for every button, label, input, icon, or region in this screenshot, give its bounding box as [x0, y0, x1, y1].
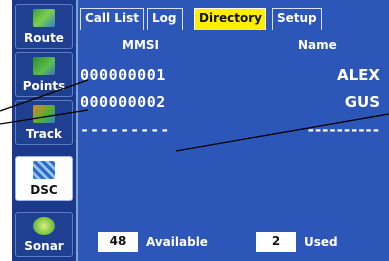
menu-item-label: Track	[26, 127, 62, 141]
main-panel: Call List Log Directory Setup MMSI Name …	[78, 0, 389, 261]
sonar-icon	[33, 217, 55, 235]
status-bar: 48 Available 2 Used	[78, 230, 389, 261]
menu-item-label: Points	[22, 79, 66, 93]
mmsi-value: ---------	[80, 121, 171, 139]
available-label: Available	[146, 235, 208, 249]
device-screen: Route Points Track DSC Sonar Call List L…	[0, 0, 389, 261]
dsc-icon	[33, 161, 55, 179]
available-count: 48	[98, 232, 138, 252]
points-icon	[33, 57, 55, 75]
tab-directory[interactable]: Directory	[194, 8, 266, 30]
mmsi-column-header: MMSI	[122, 38, 159, 52]
tab-call-list[interactable]: Call List	[80, 8, 144, 30]
tab-log[interactable]: Log	[147, 8, 183, 30]
menu-item-dsc[interactable]: DSC	[15, 156, 73, 201]
mmsi-value: 000000002	[80, 93, 166, 111]
entry-name: ----------	[307, 121, 380, 139]
mmsi-value: 000000001	[80, 66, 166, 84]
directory-entry[interactable]: 000000001 ALEX	[78, 66, 384, 86]
menu-item-points[interactable]: Points	[15, 52, 73, 97]
menu-item-route[interactable]: Route	[15, 4, 73, 49]
track-icon	[33, 105, 55, 123]
side-menu: Route Points Track DSC Sonar	[12, 0, 78, 261]
tab-label: Directory	[199, 11, 262, 25]
entry-name: GUS	[344, 93, 380, 111]
menu-item-label: DSC	[30, 183, 58, 197]
used-label: Used	[304, 235, 338, 249]
menu-item-label: Sonar	[24, 239, 64, 253]
tab-label: Setup	[277, 11, 317, 25]
directory-panel: MMSI Name 000000001 ALEX 000000002 GUS -…	[78, 30, 389, 230]
menu-item-sonar[interactable]: Sonar	[15, 212, 73, 257]
tab-setup[interactable]: Setup	[272, 8, 322, 30]
menu-item-track[interactable]: Track	[15, 100, 73, 145]
entry-name: ALEX	[337, 66, 380, 84]
used-count: 2	[256, 232, 296, 252]
tab-label: Log	[152, 11, 177, 25]
tab-label: Call List	[85, 11, 139, 25]
name-column-header: Name	[298, 38, 337, 52]
route-icon	[33, 9, 55, 27]
menu-item-label: Route	[24, 31, 64, 45]
directory-entry-empty[interactable]: --------- ----------	[78, 121, 384, 141]
directory-entry[interactable]: 000000002 GUS	[78, 93, 384, 113]
